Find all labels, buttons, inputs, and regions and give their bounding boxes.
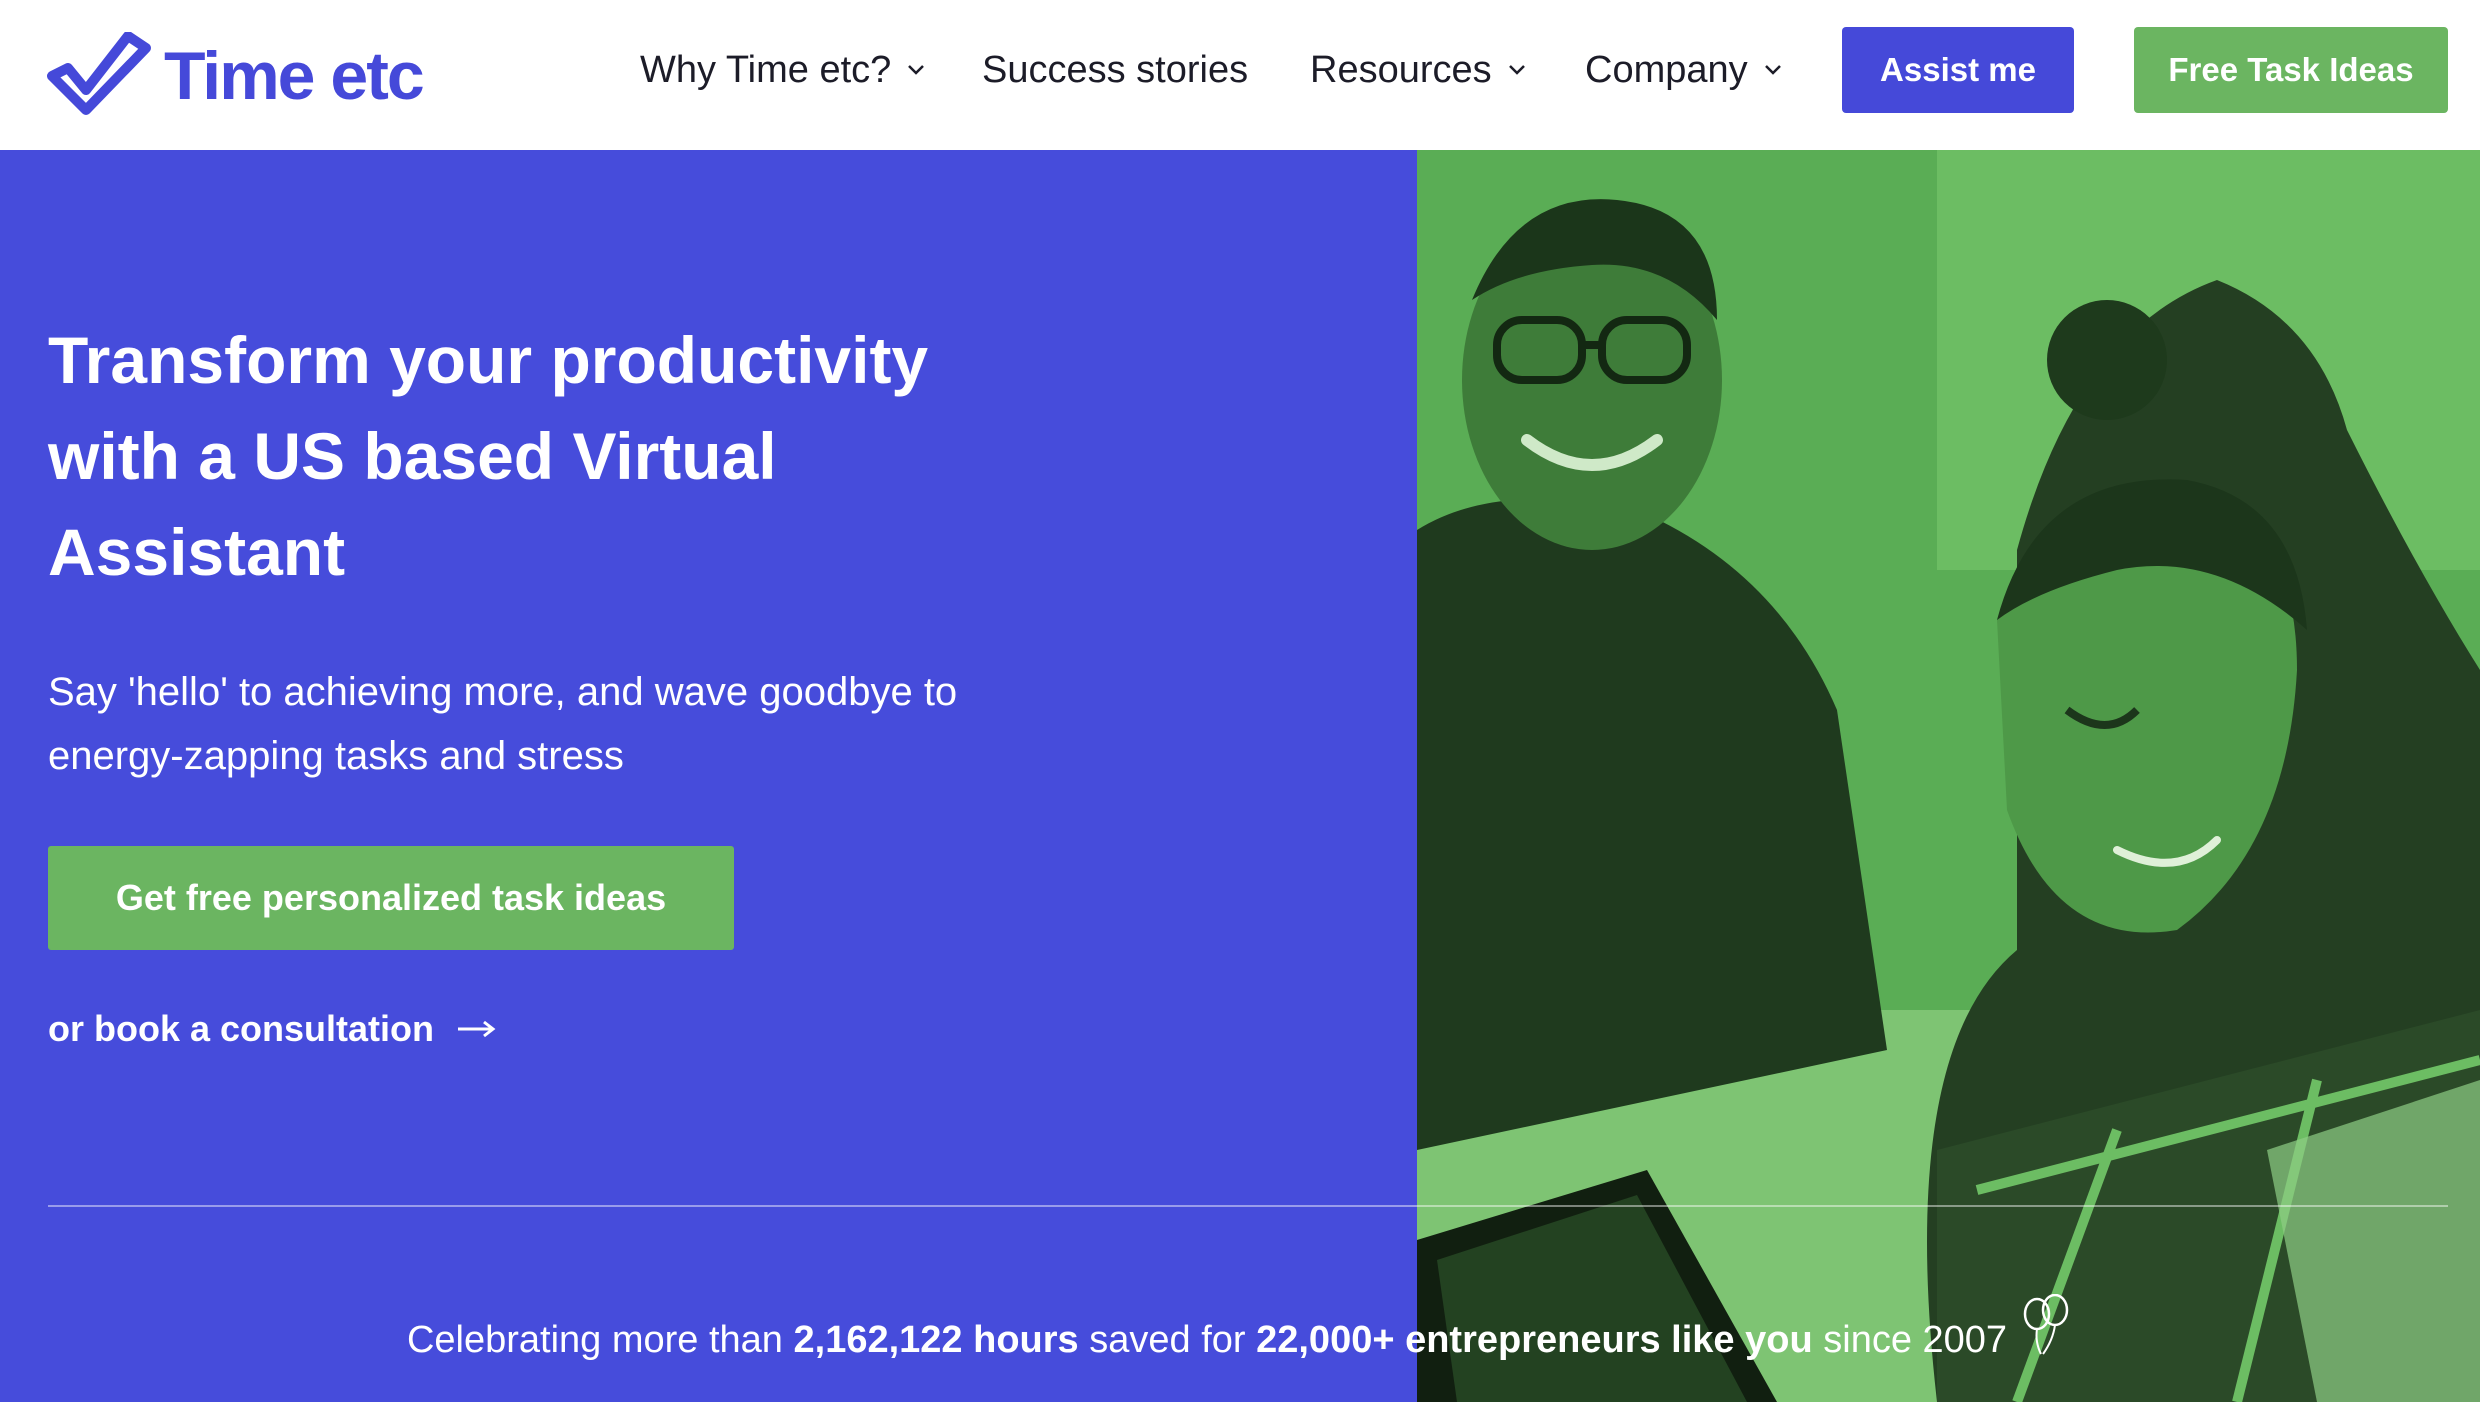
- stats-prefix: Celebrating more than: [406, 1318, 783, 1361]
- nav-label: Company: [1585, 48, 1748, 91]
- nav-why-time-etc[interactable]: Why Time etc?: [640, 44, 925, 96]
- chevron-down-icon: [1764, 65, 1781, 75]
- assist-me-button[interactable]: Assist me: [1842, 27, 2074, 113]
- chevron-down-icon: [908, 65, 925, 75]
- logo-link[interactable]: Time etc: [46, 26, 425, 126]
- chevron-down-icon: [1508, 65, 1525, 75]
- nav-label: Success stories: [982, 48, 1249, 91]
- logo-text: Time etc: [164, 38, 425, 114]
- stats-hours: 2,162,122 hours: [793, 1318, 1079, 1361]
- free-task-ideas-button[interactable]: Free Task Ideas: [2134, 27, 2448, 113]
- book-consultation-link[interactable]: or book a consultation: [48, 1004, 496, 1054]
- arrow-right-icon: [458, 1020, 496, 1038]
- consultation-label: or book a consultation: [48, 1008, 435, 1049]
- hero-subtext: Say 'hello' to achieving more, and wave …: [48, 670, 958, 778]
- nav-company[interactable]: Company: [1585, 44, 1782, 96]
- divider: [48, 1205, 2448, 1207]
- nav-label: Resources: [1310, 48, 1492, 91]
- stats-middle: saved for: [1089, 1318, 1246, 1361]
- stats-suffix: since 2007: [1823, 1318, 2008, 1361]
- stats-entrepreneurs: 22,000+ entrepreneurs like you: [1256, 1318, 1813, 1361]
- hero-headline: Transform your productivity with a US ba…: [48, 323, 929, 589]
- nav-success-stories[interactable]: Success stories: [982, 44, 1248, 96]
- balloon-icon: [2023, 1294, 2069, 1355]
- stats-banner: Celebrating more than 2,162,122 hours sa…: [0, 1294, 2480, 1370]
- get-task-ideas-button[interactable]: Get free personalized task ideas: [48, 846, 734, 950]
- nav-label: Why Time etc?: [640, 48, 892, 91]
- logo-check-icon: [47, 32, 151, 115]
- hero-photo: [1417, 150, 2480, 1402]
- nav-resources[interactable]: Resources: [1310, 44, 1526, 96]
- site-header: Time etc Why Time etc? Success stories R…: [0, 0, 2480, 150]
